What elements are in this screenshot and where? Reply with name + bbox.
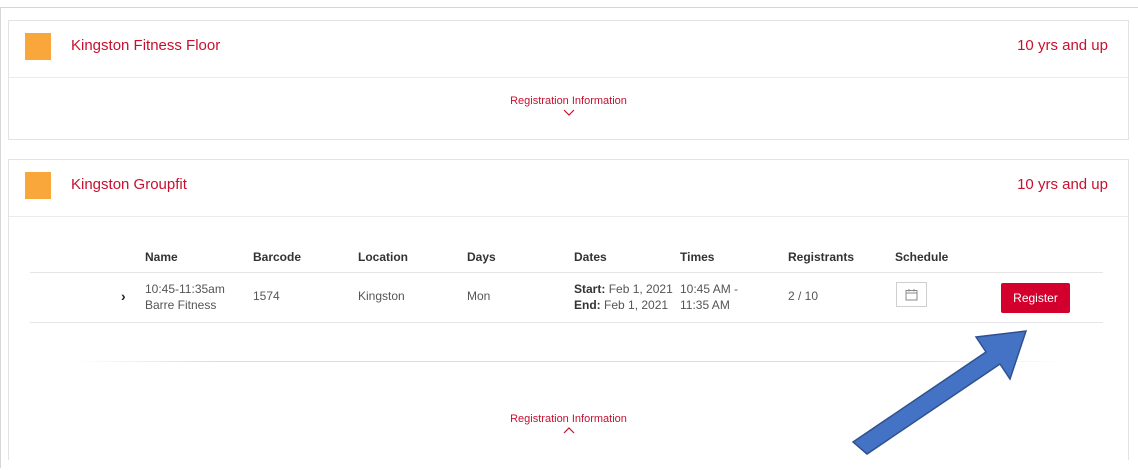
age-range-label: 10 yrs and up bbox=[1017, 37, 1108, 54]
session-location: Kingston bbox=[358, 289, 405, 303]
header-dates: Dates bbox=[574, 250, 607, 264]
calendar-icon bbox=[905, 289, 918, 301]
session-barcode: 1574 bbox=[253, 289, 280, 303]
frame-left-border bbox=[0, 7, 1, 468]
registration-info-label: Registration Information bbox=[510, 413, 627, 425]
session-time: 10:45-11:35am bbox=[145, 282, 225, 296]
program-card-header: Kingston Groupfit 10 yrs and up bbox=[9, 160, 1128, 217]
table-rule bbox=[30, 322, 1103, 323]
chevron-up-icon bbox=[563, 427, 574, 434]
sessions-table-header: Name Barcode Location Days Dates Times R… bbox=[9, 250, 1128, 272]
program-color-swatch bbox=[25, 172, 51, 199]
table-row: › 10:45-11:35am Barre Fitness 1574 Kings… bbox=[9, 273, 1128, 321]
program-color-swatch bbox=[25, 33, 51, 60]
program-card-header: Kingston Fitness Floor 10 yrs and up bbox=[9, 21, 1128, 78]
session-title: Barre Fitness bbox=[145, 298, 217, 312]
header-times: Times bbox=[680, 250, 715, 264]
header-days: Days bbox=[467, 250, 496, 264]
header-barcode: Barcode bbox=[253, 250, 302, 264]
time-end: 11:35 AM bbox=[680, 298, 730, 312]
frame-top-border bbox=[0, 7, 1138, 8]
start-label: Start: bbox=[574, 282, 606, 296]
registration-info-label: Registration Information bbox=[510, 95, 627, 107]
session-times: 10:45 AM - 11:35 AM bbox=[680, 281, 738, 313]
program-title[interactable]: Kingston Groupfit bbox=[71, 176, 187, 193]
program-title[interactable]: Kingston Fitness Floor bbox=[71, 37, 220, 54]
header-name: Name bbox=[145, 250, 178, 264]
end-date: Feb 1, 2021 bbox=[604, 298, 669, 312]
program-card-fitness-floor: Kingston Fitness Floor 10 yrs and up Reg… bbox=[8, 20, 1129, 140]
session-registrants: 2 / 10 bbox=[788, 289, 819, 303]
register-button[interactable]: Register bbox=[1001, 283, 1070, 313]
program-card-groupfit: Kingston Groupfit 10 yrs and up Name Bar… bbox=[8, 159, 1129, 460]
time-start: 10:45 AM - bbox=[680, 282, 739, 296]
registration-info-toggle[interactable]: Registration Information bbox=[9, 95, 1128, 116]
end-label: End: bbox=[574, 298, 601, 312]
session-days: Mon bbox=[467, 289, 491, 303]
session-dates: Start: Feb 1, 2021 End: Feb 1, 2021 bbox=[574, 281, 673, 313]
session-name: 10:45-11:35am Barre Fitness bbox=[145, 281, 225, 313]
registration-info-toggle[interactable]: Registration Information bbox=[9, 413, 1128, 434]
chevron-right-icon[interactable]: › bbox=[121, 288, 126, 304]
start-date: Feb 1, 2021 bbox=[608, 282, 673, 296]
header-registrants: Registrants bbox=[788, 250, 855, 264]
age-range-label: 10 yrs and up bbox=[1017, 176, 1108, 193]
header-schedule: Schedule bbox=[895, 250, 949, 264]
chevron-down-icon bbox=[563, 109, 574, 116]
header-location: Location bbox=[358, 250, 408, 264]
section-divider bbox=[72, 361, 1065, 362]
schedule-calendar-button[interactable] bbox=[896, 282, 927, 307]
